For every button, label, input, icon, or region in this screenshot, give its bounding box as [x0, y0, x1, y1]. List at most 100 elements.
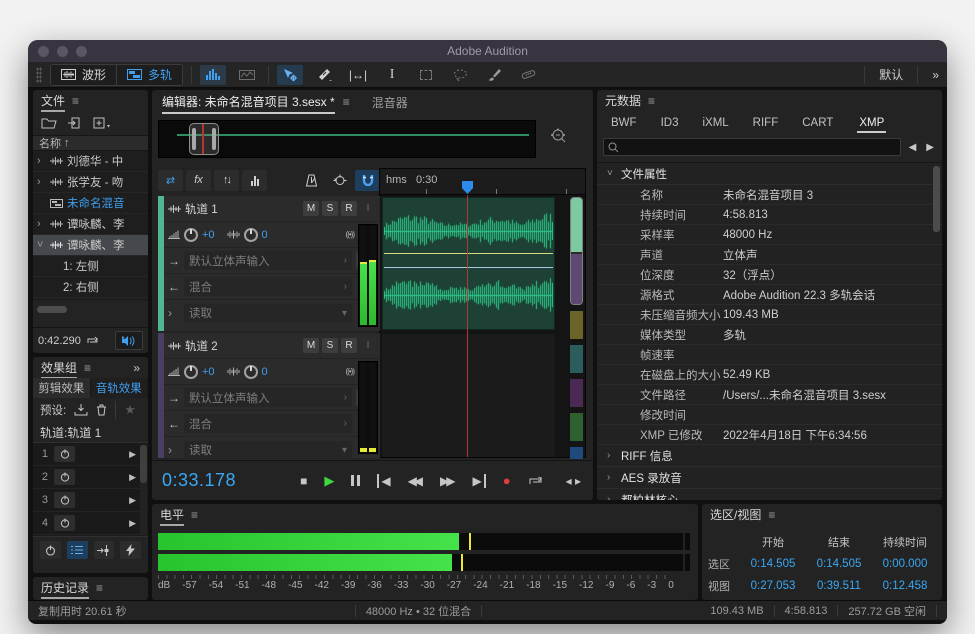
metronome-button[interactable] — [299, 170, 324, 191]
expand-chevron-icon[interactable]: › — [37, 155, 46, 167]
zoom-navigator[interactable] — [158, 120, 536, 158]
volume-value[interactable]: +0 — [202, 229, 215, 241]
zoom-navigator-handle[interactable] — [189, 123, 219, 155]
toolbar-grip[interactable] — [36, 67, 42, 83]
volume-value[interactable]: +0 — [202, 366, 215, 378]
selection-start[interactable]: 0:14.505 — [740, 558, 806, 570]
view-end[interactable]: 0:39.511 — [806, 580, 872, 592]
automation-chevron-icon[interactable]: › — [168, 306, 180, 320]
track-effects-tab[interactable]: 音轨效果 — [91, 378, 149, 398]
slot-options-icon[interactable]: ▶ — [129, 518, 136, 529]
go-to-previous-button[interactable]: ◀ — [377, 474, 390, 488]
multitrack-view-button[interactable]: 多轨 — [116, 65, 182, 85]
playhead-line[interactable] — [467, 195, 468, 457]
volume-knob[interactable] — [184, 365, 198, 379]
workspace-selector[interactable]: 默认 — [879, 66, 903, 83]
loop-playback-button[interactable] — [528, 474, 543, 487]
volume-envelope-line[interactable] — [384, 253, 553, 254]
horizontal-scrollbar[interactable] — [37, 306, 67, 313]
clip-indicator[interactable] — [683, 554, 690, 571]
paintbrush-tool-button[interactable] — [481, 65, 507, 85]
loop-cycle-button[interactable] — [327, 170, 352, 191]
input-selector[interactable]: 默认立体声输入 › — [184, 251, 352, 270]
effects-panel-tab[interactable]: 效果组 — [41, 357, 77, 379]
monitor-input-button[interactable]: I — [360, 338, 376, 353]
rack-power-button[interactable] — [40, 541, 61, 559]
arm-record-button[interactable]: R — [341, 201, 357, 216]
fast-forward-button[interactable]: ▶▶ — [440, 474, 455, 488]
mixer-tab[interactable]: 混音器 — [372, 94, 408, 111]
file-channel-row[interactable]: 1: 左侧 — [33, 256, 148, 277]
files-panel-tab[interactable]: 文件 — [41, 90, 65, 112]
editor-panel-menu-icon[interactable]: ≡ — [343, 95, 350, 109]
track-name[interactable]: 轨道 1 — [185, 201, 218, 217]
stop-button[interactable]: ■ — [300, 474, 307, 488]
panel-overflow-icon[interactable]: » — [133, 361, 140, 375]
effect-power-button[interactable] — [54, 469, 75, 485]
file-channel-row[interactable]: 2: 右侧 — [33, 277, 148, 298]
pause-button[interactable] — [351, 475, 360, 486]
text-tool-button[interactable]: I — [379, 65, 405, 85]
slot-options-icon[interactable]: ▶ — [129, 495, 136, 506]
effect-power-button[interactable] — [54, 446, 75, 462]
time-display[interactable]: 0:33.178 — [162, 470, 236, 491]
solo-button[interactable]: S — [322, 338, 338, 353]
clip-effects-tab[interactable]: 剪辑效果 — [33, 378, 91, 398]
output-selector[interactable]: 混合 › — [184, 277, 352, 296]
time-ruler[interactable]: hms 0:30 — [380, 169, 585, 195]
expand-chevron-icon[interactable]: › — [37, 176, 46, 188]
metadata-section-collapsed[interactable]: › AES 录放音 — [597, 467, 942, 489]
spectral-frequency-button[interactable] — [200, 65, 226, 85]
metadata-search-input[interactable] — [623, 140, 896, 154]
tab-bwf[interactable]: BWF — [611, 117, 637, 129]
sends-button[interactable]: ↑↓ — [214, 170, 239, 191]
marquee-tool-button[interactable] — [413, 65, 439, 85]
master-level-meters[interactable] — [158, 533, 688, 575]
selview-panel-menu-icon[interactable]: ≡ — [768, 508, 775, 522]
pan-envelope-line[interactable] — [384, 267, 553, 268]
file-row[interactable]: › 谭咏麟、李 — [33, 214, 148, 235]
pan-value[interactable]: 0 — [262, 366, 268, 378]
slip-tool-button[interactable]: |↔| — [345, 65, 371, 85]
expand-chevron-icon[interactable]: › — [37, 218, 46, 230]
clip-indicator[interactable] — [683, 533, 690, 550]
effects-panel-menu-icon[interactable]: ≡ — [84, 361, 91, 375]
mute-button[interactable]: M — [303, 338, 319, 353]
save-preset-icon[interactable] — [74, 404, 88, 416]
history-panel-menu-icon[interactable]: ≡ — [96, 581, 103, 595]
files-panel-menu-icon[interactable]: ≡ — [72, 94, 79, 108]
effects-toggle-button[interactable]: fx — [186, 170, 211, 191]
view-start[interactable]: 0:27.053 — [740, 580, 806, 592]
history-panel-tab[interactable]: 历史记录 — [41, 577, 89, 599]
solo-button[interactable]: S — [322, 201, 338, 216]
automation-mode-selector[interactable]: 读取 ▾ — [184, 304, 352, 323]
auto-play-button[interactable] — [115, 331, 143, 350]
effect-slot[interactable]: 4 ▶ — [33, 512, 148, 535]
skip-selection-button[interactable]: ◂ ▸ — [566, 474, 581, 488]
track-color-chip[interactable] — [570, 447, 583, 459]
waveform-view-button[interactable]: 波形 — [51, 65, 116, 85]
pan-value[interactable]: 0 — [262, 229, 268, 241]
show-effects-list-button[interactable] — [67, 541, 88, 559]
delete-preset-icon[interactable] — [96, 404, 107, 416]
levels-panel-menu-icon[interactable]: ≡ — [191, 508, 198, 522]
mute-button[interactable]: M — [303, 201, 319, 216]
automation-mode-selector[interactable]: 读取 ▾ — [184, 441, 352, 460]
snap-button[interactable] — [355, 170, 380, 191]
file-row[interactable]: › 刘德华 - 中 — [33, 151, 148, 172]
effect-slot[interactable]: 1 ▶ — [33, 443, 148, 466]
audio-clip[interactable] — [382, 197, 555, 330]
rewind-button[interactable]: ◀◀ — [408, 474, 423, 488]
open-file-icon[interactable] — [41, 117, 57, 129]
favorite-star-icon[interactable]: ★ — [124, 402, 136, 418]
slot-options-icon[interactable]: ▶ — [129, 472, 136, 483]
go-to-next-button[interactable]: ▶ — [473, 474, 486, 488]
zoom-out-full-icon[interactable] — [550, 128, 568, 144]
track-scrollbar-handle[interactable] — [570, 197, 583, 305]
track-name[interactable]: 轨道 2 — [185, 338, 218, 354]
eq-button[interactable] — [242, 170, 267, 191]
tab-xmp[interactable]: XMP — [857, 114, 886, 133]
play-button[interactable]: ▶ — [324, 473, 334, 489]
lasso-tool-button[interactable] — [447, 65, 473, 85]
pan-knob[interactable] — [244, 228, 258, 242]
